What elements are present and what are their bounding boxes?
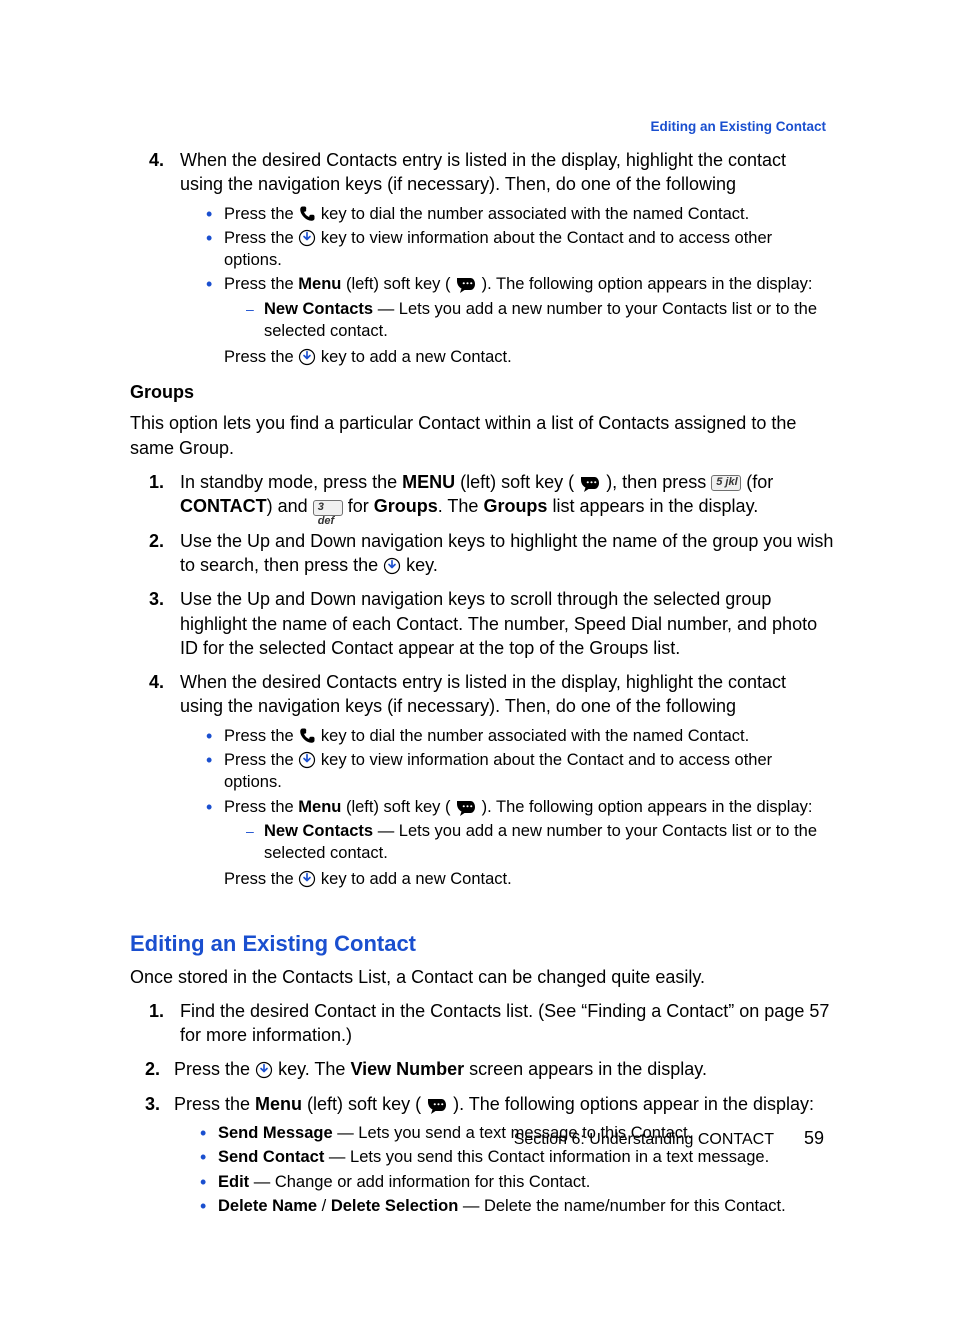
bullet-icon: •	[206, 796, 224, 891]
softkey-dots-icon	[455, 275, 477, 293]
heading-editing: Editing an Existing Contact	[130, 931, 834, 957]
key-3-icon	[313, 500, 343, 516]
groups-step-3-number: 3.	[130, 587, 180, 660]
softkey-dots-icon	[426, 1096, 448, 1114]
bullet-icon: •	[206, 273, 224, 368]
dash-icon: –	[246, 298, 264, 343]
editing-step-2-number: 2.	[130, 1057, 174, 1081]
running-head: Editing an Existing Contact	[650, 119, 826, 134]
editing-step-1-number: 1.	[130, 999, 180, 1048]
softkey-dots-icon	[455, 798, 477, 816]
page-footer: Section 6: Understanding CONTACT 59	[514, 1128, 824, 1149]
ok-key-icon	[383, 557, 401, 575]
step4-text: When the desired Contacts entry is liste…	[180, 150, 786, 194]
step-number-4: 4.	[130, 148, 180, 368]
bullet-icon: •	[206, 725, 224, 747]
groups-intro: This option lets you find a particular C…	[130, 411, 834, 460]
bullet-icon: •	[200, 1195, 218, 1217]
groups-step-4-number: 4.	[130, 670, 180, 890]
ok-key-icon	[298, 751, 316, 769]
ok-key-icon	[298, 870, 316, 888]
dial-key-icon	[298, 727, 316, 745]
softkey-dots-icon	[579, 474, 601, 492]
dash-icon: –	[246, 820, 264, 865]
bullet-icon: •	[200, 1122, 218, 1144]
groups-step-1-number: 1.	[130, 470, 180, 519]
editing-intro: Once stored in the Contacts List, a Cont…	[130, 965, 834, 989]
block-continuation: 4. When the desired Contacts entry is li…	[130, 148, 834, 368]
groups-step-2-number: 2.	[130, 529, 180, 578]
page-number: 59	[804, 1128, 824, 1149]
footer-section: Section 6: Understanding CONTACT	[514, 1131, 774, 1149]
bullet-icon: •	[200, 1146, 218, 1168]
dial-key-icon	[298, 205, 316, 223]
bullet-icon: •	[206, 203, 224, 225]
page: Editing an Existing Contact 4. When the …	[0, 0, 954, 1319]
editing-step-3-number: 3.	[130, 1092, 174, 1217]
ok-key-icon	[298, 229, 316, 247]
ok-key-icon	[298, 348, 316, 366]
ok-key-icon	[255, 1061, 273, 1079]
heading-groups: Groups	[130, 382, 834, 403]
bullet-icon: •	[206, 227, 224, 272]
bullet-icon: •	[206, 749, 224, 794]
key-5-icon	[711, 475, 741, 491]
bullet-icon: •	[200, 1171, 218, 1193]
